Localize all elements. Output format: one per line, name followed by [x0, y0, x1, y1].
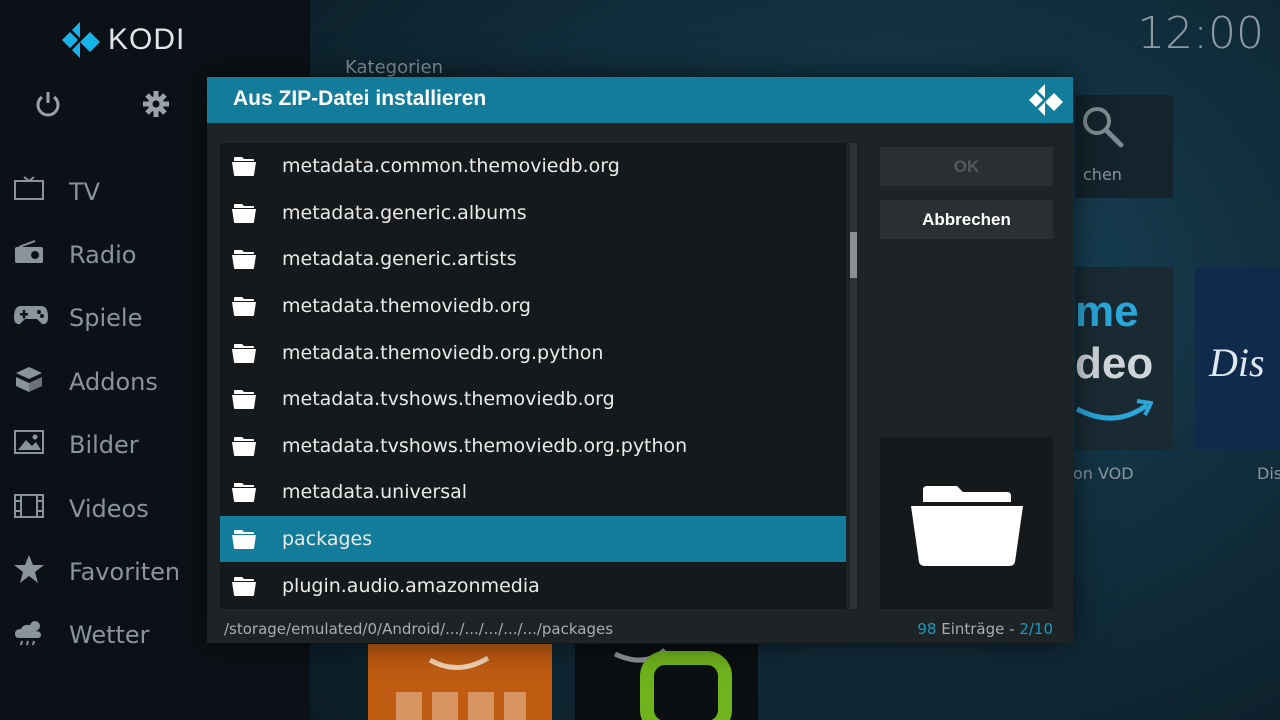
list-item-label: packages: [282, 528, 373, 551]
folder-icon: [232, 390, 256, 410]
tv-icon: [13, 175, 45, 208]
kodi-logo-text: KODI: [108, 23, 186, 56]
dialog-header: Aus ZIP-Datei installieren: [207, 77, 1073, 123]
entry-count: 98 Einträge - 2/10: [917, 620, 1053, 638]
list-item[interactable]: metadata.generic.albums: [220, 190, 846, 237]
prime-video-tile[interactable]: me deo: [1075, 267, 1173, 450]
folder-icon: [232, 343, 256, 363]
kodi-logo-icon: [62, 22, 100, 58]
scrollbar-thumb[interactable]: [850, 232, 857, 278]
list-item-label: plugin.audio.amazonmedia: [282, 574, 540, 597]
search-icon: [1083, 107, 1124, 148]
list-item[interactable]: metadata.universal: [220, 469, 846, 516]
amazon-music-tile[interactable]: [368, 644, 552, 720]
sidebar-item-label: Favoriten: [69, 558, 181, 587]
sidebar-item-label: Radio: [69, 241, 137, 270]
search-tile[interactable]: chen: [1075, 95, 1173, 198]
film-icon: [13, 493, 45, 525]
sidebar-item-label: Videos: [69, 494, 149, 523]
install-from-zip-dialog: Aus ZIP-Datei installieren metadata.comm…: [207, 77, 1073, 643]
list-scrollbar[interactable]: [850, 143, 857, 609]
radio-icon: [13, 239, 45, 271]
folder-icon: [232, 203, 256, 223]
list-item[interactable]: metadata.tvshows.themoviedb.org: [220, 376, 846, 423]
list-item[interactable]: metadata.tvshows.themoviedb.org.python: [220, 423, 846, 470]
star-icon: [13, 554, 45, 590]
sidebar-item-label: Spiele: [69, 304, 143, 333]
disney-tile-label: Dis: [1257, 464, 1280, 483]
power-icon[interactable]: [34, 90, 62, 118]
list-item-label: metadata.themoviedb.org.python: [282, 341, 604, 364]
ok-button[interactable]: OK: [880, 147, 1053, 186]
list-item-label: metadata.generic.artists: [282, 248, 517, 271]
kodi-logo: KODI: [62, 22, 185, 58]
search-tile-label: chen: [1083, 165, 1122, 184]
gamepad-icon: [13, 303, 48, 333]
list-item-label: metadata.common.themoviedb.org: [282, 155, 620, 178]
folder-icon: [232, 436, 256, 456]
folder-icon: [232, 297, 256, 317]
app-logo-icon: [613, 648, 732, 720]
picture-icon: [13, 429, 45, 461]
kodi-logo-icon: [1029, 84, 1063, 116]
folder-icon: [232, 530, 256, 550]
cancel-button[interactable]: Abbrechen: [880, 200, 1053, 239]
category-heading: Kategorien: [345, 57, 443, 78]
folder-preview: [880, 437, 1053, 609]
prime-tile-label: on VOD: [1073, 464, 1134, 483]
list-item[interactable]: metadata.generic.artists: [220, 236, 846, 283]
folder-icon: [232, 483, 256, 503]
prime-bottom-text: deo: [1075, 339, 1154, 388]
current-path: /storage/emulated/0/Android/.../.../.../…: [224, 620, 614, 638]
sidebar-item-label: Wetter: [69, 621, 150, 650]
list-item[interactable]: plugin.audio.amazonmedia: [220, 562, 846, 609]
list-item-label: metadata.generic.albums: [282, 201, 527, 224]
list-item[interactable]: metadata.themoviedb.org.python: [220, 329, 846, 376]
amazon-music-icon: [428, 655, 490, 671]
disney-tile[interactable]: Dis: [1195, 267, 1280, 450]
dialog-title: Aus ZIP-Datei installieren: [233, 87, 487, 110]
weather-icon: [13, 618, 45, 652]
clock: 12:00: [1137, 8, 1264, 59]
sidebar-item-label: TV: [69, 177, 101, 206]
gear-icon[interactable]: [142, 90, 170, 118]
sidebar-item-label: Bilder: [69, 431, 139, 460]
folder-icon: [232, 157, 256, 177]
list-item-label: metadata.universal: [282, 481, 468, 504]
folder-icon: [910, 486, 1023, 566]
list-item[interactable]: metadata.themoviedb.org: [220, 283, 846, 330]
list-item[interactable]: metadata.common.themoviedb.org: [220, 143, 846, 190]
disney-text: Dis: [1209, 340, 1265, 385]
entry-count-page: 2/10: [1019, 620, 1053, 638]
list-item-label: metadata.tvshows.themoviedb.org.python: [282, 434, 688, 457]
list-item-label: metadata.themoviedb.org: [282, 295, 531, 318]
list-item[interactable]: packages: [220, 515, 846, 563]
app-tile[interactable]: [575, 644, 758, 720]
entry-count-text: Einträge -: [936, 620, 1020, 638]
amazon-smile-icon: [1075, 399, 1153, 421]
list-item-label: metadata.tvshows.themoviedb.org: [282, 388, 615, 411]
folder-icon: [232, 250, 256, 270]
folder-icon: [232, 576, 256, 596]
file-list: metadata.common.themoviedb.org metadata.g…: [220, 143, 846, 609]
sidebar-item-label: Addons: [69, 367, 158, 396]
entry-count-number: 98: [917, 620, 937, 638]
prime-top-text: me: [1075, 287, 1139, 336]
box-icon: [13, 365, 45, 399]
